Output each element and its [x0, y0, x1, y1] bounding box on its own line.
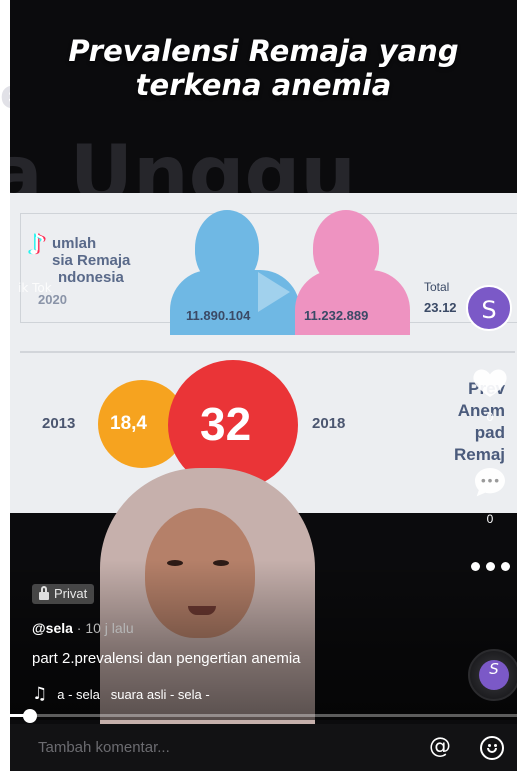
- like-count: 0: [486, 410, 494, 424]
- total-value: 23.12: [424, 300, 457, 315]
- tiktok-watermark-handle: ik Tok: [18, 281, 52, 295]
- total-label: Total: [424, 280, 450, 294]
- progress-track[interactable]: [10, 714, 517, 717]
- year-2013: 2013: [42, 415, 76, 432]
- video-title: Prevalensi Remaja yang terkena anemia: [10, 34, 517, 102]
- lock-icon: [39, 586, 49, 600]
- music-note-icon: ♫: [32, 684, 48, 704]
- comment-bubble-icon: [475, 468, 505, 497]
- progress-thumb[interactable]: [23, 709, 38, 723]
- creator-avatar[interactable]: S: [466, 285, 512, 331]
- comment-button[interactable]: [470, 463, 510, 508]
- post-caption: part 2.prevalensi dan pengertian anemia: [32, 650, 301, 667]
- video-title-line1: Prevalensi Remaja yang: [68, 34, 459, 68]
- music-disc-avatar[interactable]: S: [479, 660, 509, 690]
- tiktok-logo-icon: ♪: [28, 228, 46, 261]
- slide-divider: [20, 351, 515, 353]
- female-count: 11.232.889: [304, 308, 369, 323]
- video-player[interactable]: a Unggu Prevalensi Remaja yang terkena a…: [10, 0, 517, 771]
- more-options-icon[interactable]: [471, 562, 510, 571]
- music-title[interactable]: a - sela suara asli - sela -: [57, 687, 209, 702]
- private-label: Privat: [54, 586, 88, 601]
- mention-icon[interactable]: @: [429, 734, 451, 759]
- play-icon: [258, 272, 290, 312]
- year-2018: 2018: [312, 415, 346, 432]
- emoji-icon[interactable]: [480, 736, 504, 760]
- prevalence-line: pad: [474, 423, 505, 442]
- author-line[interactable]: @sela · 10 j lalu: [32, 620, 134, 636]
- video-title-line2: terkena anemia: [135, 68, 392, 102]
- value-2018: 32: [200, 398, 252, 450]
- stat-label-line: umlah: [52, 235, 97, 252]
- post-time: · 10 j lalu: [72, 620, 134, 636]
- value-2013: 18,4: [110, 413, 147, 434]
- music-row[interactable]: ♫ a - sela suara asli - sela -: [32, 684, 210, 704]
- comment-count: 0: [486, 512, 494, 526]
- male-count: 11.890.104: [186, 308, 251, 323]
- comment-input[interactable]: [38, 739, 418, 756]
- like-button[interactable]: [470, 362, 510, 407]
- stat-label-line: sia Remaja: [52, 252, 131, 269]
- stat-label: umlah sia Remaja ndonesia: [38, 235, 130, 286]
- author-handle[interactable]: @sela: [32, 620, 73, 636]
- private-badge: Privat: [32, 584, 95, 604]
- heart-icon: [473, 369, 507, 397]
